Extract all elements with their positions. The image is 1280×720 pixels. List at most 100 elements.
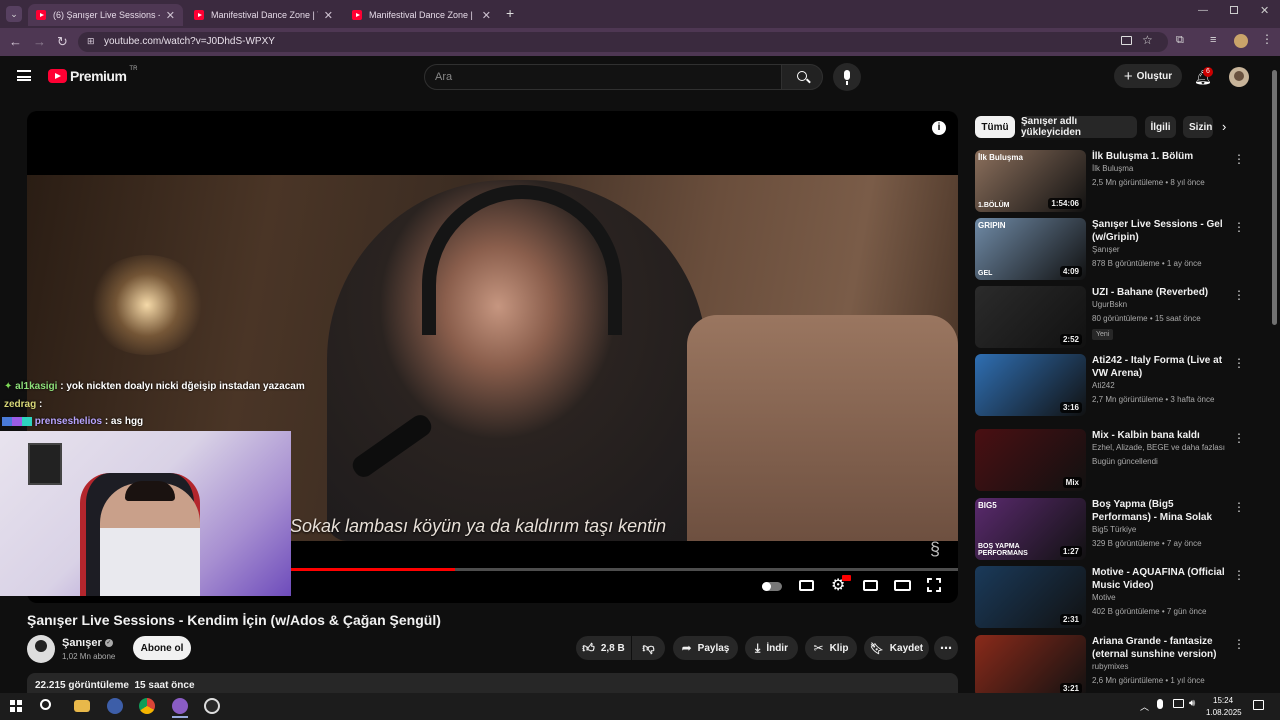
recommended-video-title[interactable]: Motive - AQUAFINA (Official Music Video) [1092, 566, 1232, 592]
recommended-channel[interactable]: UgurBskn [1092, 300, 1242, 309]
save-button[interactable]: 🔖︎ Kaydet [864, 636, 929, 660]
browser-tab[interactable]: Manifestival Dance Zone | Big-I✕ [344, 4, 499, 26]
tray-mic-icon[interactable] [1157, 699, 1163, 709]
app-icon[interactable] [107, 698, 123, 714]
more-options-icon[interactable]: ⋮ [1233, 288, 1245, 302]
more-options-icon[interactable]: ⋮ [1233, 568, 1245, 582]
more-options-icon[interactable]: ⋮ [1233, 431, 1245, 445]
channel-name[interactable]: Şanışer ✓ [62, 637, 113, 649]
profile-avatar[interactable] [1234, 34, 1248, 48]
search-input[interactable]: Ara [424, 64, 782, 90]
recommended-video-title[interactable]: Şanışer Live Sessions - Gel (w/Gripin) [1092, 218, 1232, 244]
channel-avatar[interactable] [27, 635, 55, 663]
bookmark-star-icon[interactable]: ☆ [1142, 33, 1153, 47]
more-options-icon[interactable]: ⋮ [1233, 637, 1245, 651]
youtube-logo[interactable]: Premium TR [48, 66, 137, 84]
dislike-button[interactable]: 👎︎ [632, 636, 665, 660]
info-icon[interactable]: i [932, 121, 946, 135]
extensions-icon[interactable]: ⧉ [1176, 34, 1184, 47]
back-icon[interactable]: ← [9, 34, 22, 49]
video-thumbnail[interactable]: 2:52 [975, 286, 1086, 348]
chip-related[interactable]: İlgili [1145, 116, 1176, 138]
chip-all[interactable]: Tümü [975, 116, 1015, 138]
subtitles-icon[interactable] [799, 580, 814, 591]
more-actions-button[interactable]: ⋯ [934, 636, 958, 660]
subscribe-button[interactable]: Abone ol [133, 636, 191, 660]
video-thumbnail[interactable]: BIG5 BOŞ YAPMA PERFORMANS 1:27 [975, 498, 1086, 560]
taskbar-date[interactable]: 1.08.2025 [1206, 708, 1242, 717]
video-thumbnail[interactable]: 3:21 [975, 635, 1086, 697]
tab-list-button[interactable]: ⌄ [6, 6, 22, 22]
recommended-video-title[interactable]: İlk Buluşma 1. Bölüm [1092, 150, 1232, 163]
chips-next-chevron-icon[interactable]: › [1222, 119, 1226, 134]
minimize-icon[interactable]: — [1198, 5, 1208, 16]
chip-for-you[interactable]: Sizin [1183, 116, 1213, 138]
tray-volume-icon[interactable]: 🔊︎ [1189, 698, 1195, 709]
search-button[interactable] [781, 64, 823, 90]
chrome-icon[interactable] [139, 698, 155, 714]
cast-icon[interactable] [1121, 36, 1132, 45]
miniplayer-icon[interactable] [863, 580, 878, 591]
address-bar[interactable]: youtube.com/watch?v=J0DhdS-WPXY [78, 32, 1168, 52]
taskbar-search-icon[interactable] [40, 699, 51, 710]
recommended-channel[interactable]: Motive [1092, 593, 1242, 602]
close-window-icon[interactable]: ✕ [1260, 4, 1269, 17]
recommended-video[interactable]: 2:31 Motive - AQUAFINA (Official Music Vi… [975, 566, 1265, 628]
recommended-channel[interactable]: Şanışer [1092, 245, 1242, 254]
recommended-video[interactable]: 2:52 UZI - Bahane (Reverbed) UgurBskn 80 gö… [975, 286, 1265, 348]
recommended-video[interactable]: BIG5 BOŞ YAPMA PERFORMANS 1:27 Boş Yapma (B… [975, 498, 1265, 560]
autoplay-toggle[interactable] [762, 582, 782, 591]
recommended-video-title[interactable]: Ati242 - Italy Forma (Live at VW Arena) [1092, 354, 1232, 380]
browser-tab-active[interactable]: (6) Şanışer Live Sessions - Kend✕ [28, 4, 183, 26]
video-thumbnail[interactable]: İlk Buluşma 1.BÖLÜM 1:54:06 [975, 150, 1086, 212]
close-tab-icon[interactable]: ✕ [482, 9, 491, 22]
recommended-video-title[interactable]: Boş Yapma (Big5 Performans) - Mina Solak [1092, 498, 1232, 524]
recommended-video-title[interactable]: Ariana Grande - fantasize (eternal sunsh… [1092, 635, 1232, 661]
more-options-icon[interactable]: ⋮ [1233, 356, 1245, 370]
recommended-channel[interactable]: Ezhel, Alizade, BEGE ve daha fazlası [1092, 443, 1242, 452]
create-button[interactable]: + Oluştur [1114, 64, 1182, 88]
restore-icon[interactable] [1230, 6, 1238, 14]
hamburger-menu-icon[interactable] [17, 70, 31, 81]
fullscreen-icon[interactable] [927, 578, 941, 592]
video-thumbnail[interactable]: 2:31 [975, 566, 1086, 628]
obs-icon[interactable] [204, 698, 220, 714]
more-options-icon[interactable]: ⋮ [1233, 220, 1245, 234]
recommended-channel[interactable]: İlk Buluşma [1092, 164, 1242, 173]
reload-icon[interactable]: ↻ [57, 34, 68, 50]
forward-icon[interactable]: → [33, 34, 46, 49]
recommended-video-title[interactable]: UZI - Bahane (Reverbed) [1092, 286, 1232, 299]
more-options-icon[interactable]: ⋮ [1233, 500, 1245, 514]
clip-button[interactable]: ✂ Klip [805, 636, 857, 660]
close-tab-icon[interactable]: ✕ [324, 9, 333, 22]
notification-center-icon[interactable] [1253, 700, 1264, 710]
windows-start-icon[interactable] [10, 700, 22, 712]
browser-app-icon[interactable] [172, 698, 188, 714]
recommended-video[interactable]: 3:16 Ati242 - Italy Forma (Live at VW Are… [975, 354, 1265, 416]
recommended-video[interactable]: Mix Mix - Kalbin bana kaldı Ezhel, Alizade… [975, 429, 1265, 491]
close-tab-icon[interactable]: ✕ [166, 9, 175, 22]
like-button[interactable]: 👍︎ 2,8 B [576, 636, 631, 660]
video-thumbnail[interactable]: 3:16 [975, 354, 1086, 416]
more-options-icon[interactable]: ⋮ [1233, 152, 1245, 166]
recommended-channel[interactable]: rubymixes [1092, 662, 1242, 671]
voice-search-button[interactable] [833, 63, 861, 91]
recommended-channel[interactable]: Ati242 [1092, 381, 1242, 390]
page-scrollbar[interactable] [1272, 70, 1277, 325]
video-thumbnail[interactable]: GRIPIN GEL 4:09 [975, 218, 1086, 280]
recommended-video[interactable]: 3:21 Ariana Grande - fantasize (eternal s… [975, 635, 1265, 697]
chip-from-uploader[interactable]: Şanışer adlı yükleyiciden [1021, 116, 1137, 138]
browser-menu-icon[interactable]: ⋮ [1261, 32, 1273, 46]
new-tab-button[interactable]: + [506, 5, 514, 21]
account-avatar[interactable] [1229, 67, 1249, 87]
share-button[interactable]: ➦ Paylaş [673, 636, 738, 660]
tray-network-icon[interactable] [1173, 699, 1184, 708]
recommended-video[interactable]: GRIPIN GEL 4:09 Şanışer Live Sessions - Gel… [975, 218, 1265, 280]
theater-mode-icon[interactable] [894, 580, 911, 591]
browser-tab[interactable]: Manifestival Dance Zone | Tean✕ [186, 4, 341, 26]
reading-list-icon[interactable]: ≡ [1210, 34, 1216, 46]
recommended-video-title[interactable]: Mix - Kalbin bana kaldı [1092, 429, 1232, 442]
video-thumbnail[interactable]: Mix [975, 429, 1086, 491]
recommended-video[interactable]: İlk Buluşma 1.BÖLÜM 1:54:06 İlk Buluşma 1. … [975, 150, 1265, 212]
tray-chevron-icon[interactable]: ︿ [1140, 700, 1149, 713]
